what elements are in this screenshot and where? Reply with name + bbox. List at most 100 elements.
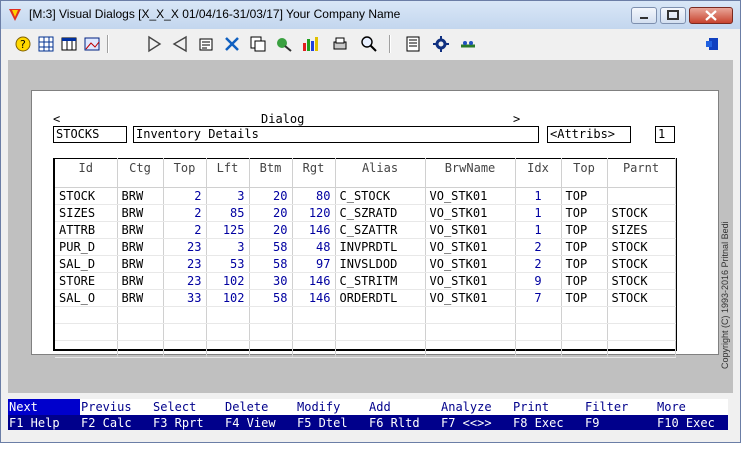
function-key-action[interactable]: Analyze — [440, 399, 512, 415]
function-key-shortcut[interactable]: F3 Rprt — [152, 415, 224, 430]
picture-button[interactable] — [82, 34, 102, 54]
function-key-shortcut[interactable]: F7 <<>> — [440, 415, 512, 430]
help-button[interactable]: ? — [13, 34, 33, 54]
column-header[interactable]: Alias — [335, 158, 426, 188]
table-row[interactable]: PUR_D BRW 23 3 58 48 INVPRDTL VO_STK01 2 TOP STOCK — [55, 238, 676, 256]
table-row[interactable]: STOCK BRW 2 3 20 80 C_STOCK VO_STK01 1 TOP — [55, 187, 676, 205]
function-key-2[interactable]: Previus F2 Calc — [80, 399, 152, 431]
table-row[interactable]: ATTRB BRW 2 125 20 146 C_SZATTR VO_STK01 1 TOP SIZ… — [55, 221, 676, 239]
function-key-shortcut[interactable]: F6 Rltd — [368, 415, 440, 430]
minimize-icon — [640, 17, 648, 19]
window-title: [M:3] Visual Dialogs [X_X_X 01/04/16-31/… — [29, 7, 401, 21]
table-cell: 23 — [163, 255, 207, 273]
function-key-shortcut[interactable]: F5 Dtel — [296, 415, 368, 430]
function-key-10[interactable]: More F10 Exec — [656, 399, 728, 431]
table-cell: C_SZRATD — [335, 204, 426, 222]
dialog-code-field[interactable]: STOCKS — [53, 126, 127, 143]
function-key-8[interactable]: Print F8 Exec — [512, 399, 584, 431]
chart-button[interactable] — [300, 34, 320, 54]
next-dialog-arrow[interactable]: > — [513, 112, 520, 126]
function-key-action[interactable]: Select — [152, 399, 224, 415]
function-key-action[interactable]: Previus — [80, 399, 152, 415]
table-row[interactable] — [55, 323, 676, 341]
back-button[interactable] — [170, 34, 190, 54]
function-key-4[interactable]: Delete F4 View — [224, 399, 296, 431]
function-key-shortcut[interactable]: F1 Help — [8, 415, 80, 430]
function-key-action-label: Previus — [81, 400, 132, 414]
function-key-7[interactable]: Analyze F7 <<>> — [440, 399, 512, 431]
function-key-action[interactable]: Print — [512, 399, 584, 415]
column-header[interactable]: Top — [561, 158, 608, 188]
function-key-3[interactable]: Select F3 Rprt — [152, 399, 224, 431]
dialog-description-field[interactable]: Inventory Details — [133, 126, 539, 143]
function-key-6[interactable]: Add F6 Rltd — [368, 399, 440, 431]
title-bar[interactable]: [M:3] Visual Dialogs [X_X_X 01/04/16-31/… — [1, 1, 740, 29]
table-cell — [515, 323, 562, 341]
function-key-9[interactable]: Filter F9 — [584, 399, 656, 431]
copy-button[interactable] — [248, 34, 268, 54]
function-key-action[interactable]: More — [656, 399, 728, 415]
function-key-5[interactable]: Modify F5 Dtel — [296, 399, 368, 431]
maximize-button[interactable] — [660, 7, 686, 24]
form-button[interactable] — [196, 34, 216, 54]
function-key-shortcut[interactable]: F4 View — [224, 415, 296, 430]
exit-button[interactable] — [703, 34, 723, 54]
column-header[interactable]: Idx — [515, 158, 562, 188]
column-header[interactable]: Lft — [206, 158, 250, 188]
notes-button[interactable] — [403, 34, 423, 54]
column-header[interactable]: Btm — [249, 158, 293, 188]
table-row[interactable] — [55, 340, 676, 358]
function-key-shortcut[interactable]: F2 Calc — [80, 415, 152, 430]
function-key-shortcut[interactable]: F8 Exec — [512, 415, 584, 430]
table-cell — [335, 340, 426, 358]
function-key-action[interactable]: Add — [368, 399, 440, 415]
zoom-icon — [361, 36, 377, 52]
attribs-button[interactable]: <Attribs> — [547, 126, 631, 143]
table-cell — [607, 323, 676, 341]
table-cell: BRW — [117, 289, 164, 307]
table-cell: 2 — [163, 221, 207, 239]
table-button[interactable] — [59, 34, 79, 54]
function-key-action[interactable]: Next — [8, 399, 80, 415]
grid-button[interactable] — [36, 34, 56, 54]
spell-button[interactable] — [274, 34, 294, 54]
settings-button[interactable] — [431, 34, 451, 54]
function-key-action[interactable]: Filter — [584, 399, 656, 415]
column-header[interactable]: Parnt — [607, 158, 676, 188]
page-number-field[interactable]: 1 — [655, 126, 675, 143]
column-header[interactable]: Rgt — [292, 158, 336, 188]
function-key-action[interactable]: Delete — [224, 399, 296, 415]
zoom-button[interactable] — [359, 34, 379, 54]
function-key-shortcut[interactable]: F9 — [584, 415, 656, 430]
table-cell — [425, 306, 516, 324]
function-key-shortcut-label: F8 Exec — [513, 416, 564, 430]
table-cell: 7 — [515, 289, 562, 307]
function-key-action[interactable]: Modify — [296, 399, 368, 415]
function-key-shortcut[interactable]: F10 Exec — [656, 415, 728, 430]
table-row[interactable]: SIZES BRW 2 85 20 120 C_SZRATD VO_STK01 1 TOP STOC… — [55, 204, 676, 222]
column-header[interactable]: BrwName — [425, 158, 516, 188]
table-cell: 146 — [292, 272, 336, 290]
table-row[interactable]: SAL_D BRW 23 53 58 97 INVSLDOD VO_STK01 2 TOP STOC… — [55, 255, 676, 273]
close-button[interactable] — [689, 7, 733, 24]
table-cell: C_STOCK — [335, 187, 426, 205]
table-cell — [117, 323, 164, 341]
table-row[interactable]: STORE BRW 23 102 30 146 C_STRITM VO_STK01 9 TOP ST… — [55, 272, 676, 290]
play-button[interactable] — [144, 34, 164, 54]
browse-table[interactable]: Id Ctg Top Lft Btm Rgt Alias BrwName Idx… — [55, 158, 676, 358]
app-logo-icon — [9, 9, 21, 21]
table-row[interactable] — [55, 306, 676, 324]
minimize-button[interactable] — [631, 7, 657, 24]
print-button[interactable] — [330, 34, 350, 54]
wizard-icon — [461, 41, 475, 48]
tools-button[interactable] — [222, 34, 242, 54]
table-row[interactable]: SAL_O BRW 33 102 58 146 ORDERDTL VO_STK01 7 TOP ST… — [55, 289, 676, 307]
function-key-1[interactable]: Next F1 Help — [8, 399, 80, 431]
column-header[interactable]: Top — [163, 158, 207, 188]
wizard-button[interactable] — [458, 34, 478, 54]
prev-dialog-arrow[interactable]: < — [53, 112, 60, 126]
column-header[interactable]: Id — [55, 158, 118, 188]
table-cell: 33 — [163, 289, 207, 307]
svg-text:?: ? — [20, 38, 26, 51]
column-header[interactable]: Ctg — [117, 158, 164, 188]
